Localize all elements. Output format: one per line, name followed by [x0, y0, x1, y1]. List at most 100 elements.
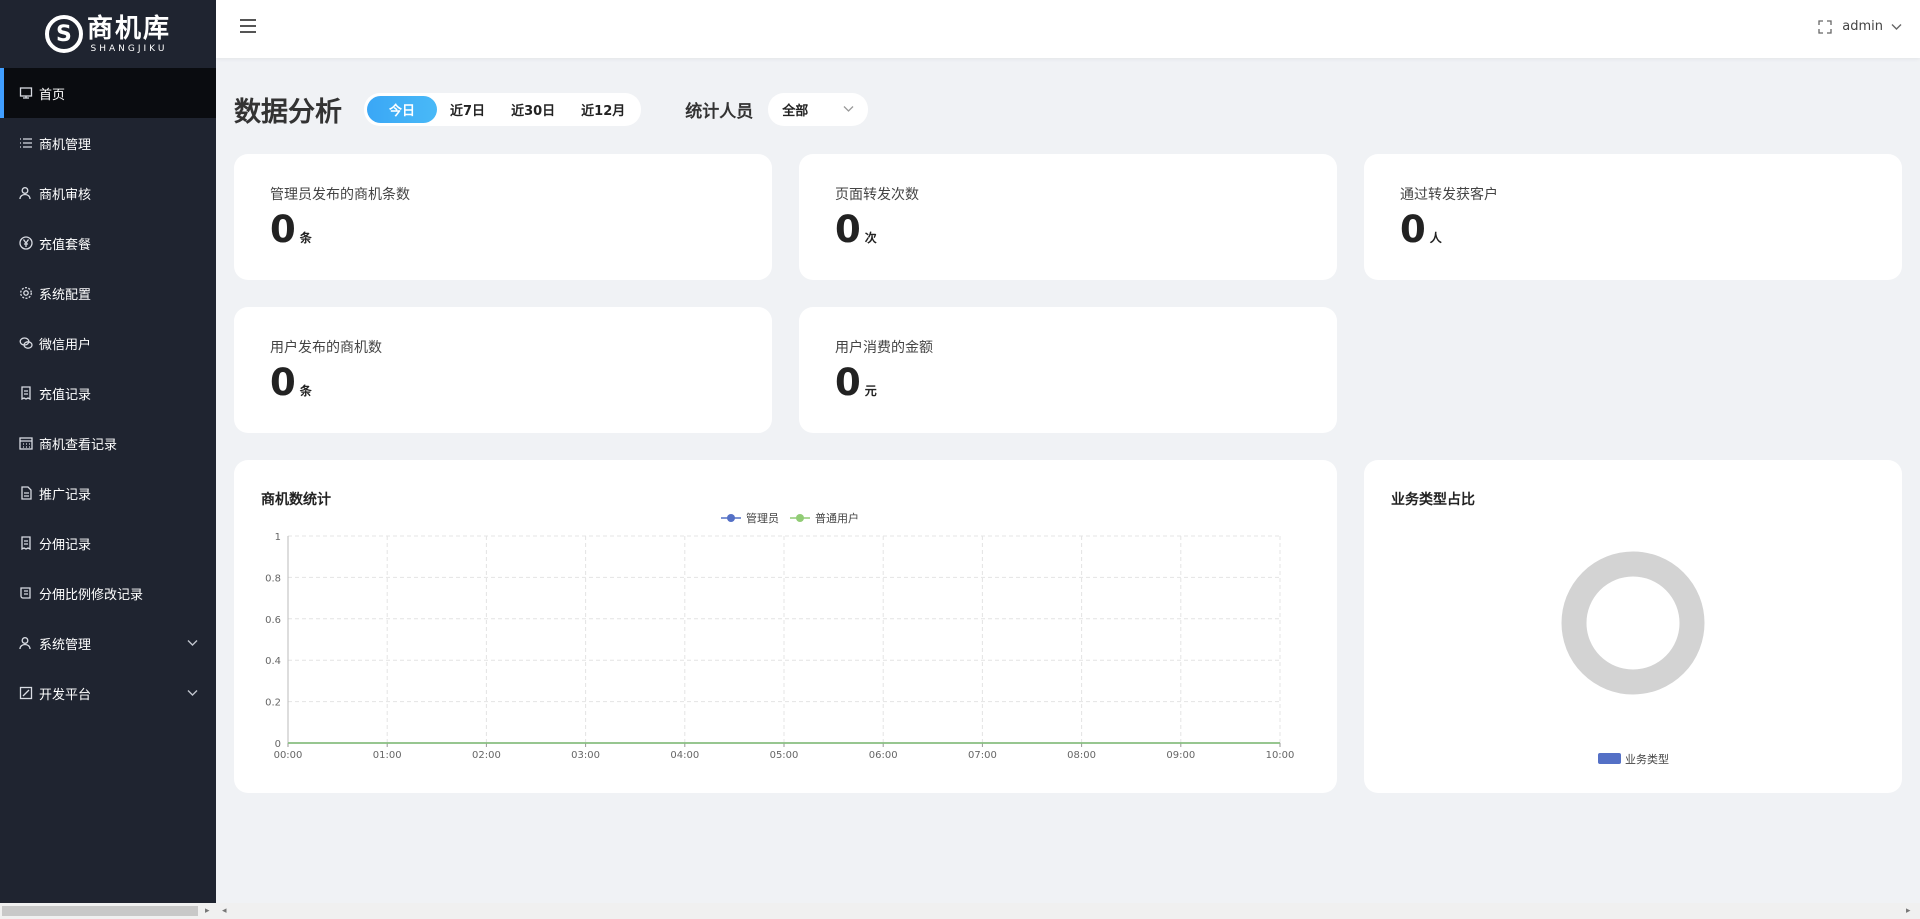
sidebar-menu: 首页商机管理商机审核充值套餐系统配置微信用户 充值记录商机查看记录 推广记录分佣记录…	[0, 68, 216, 718]
gear-icon	[18, 285, 34, 301]
sidebar-item-wechat-users[interactable]: 微信用户	[0, 318, 216, 368]
sidebar-item-system-management[interactable]: 系统管理	[0, 618, 216, 668]
sidebar-item-promotion-records[interactable]: 推广记录	[0, 468, 216, 518]
main-content: 数据分析 今日 近7日 近30日 近12月 统计人员 全部 管理员发布的商机条数…	[216, 58, 1920, 903]
wechat-icon	[18, 335, 34, 351]
line-chart: 0 0.2 0.4 0.6 0.8 1 00:00 01:00 02:00 03:00 04:00 0…	[265, 511, 1295, 761]
sidebar-item-recharge-records[interactable]: 充值记录	[0, 368, 216, 418]
date-range-tabs: 今日 近7日 近30日 近12月	[364, 93, 642, 126]
tab-12-months[interactable]: 近12月	[568, 96, 638, 123]
sidebar-item-label: 商机审核	[39, 187, 92, 203]
y-tick-label: 0.6	[265, 615, 281, 626]
stat-value: 0	[1400, 208, 1426, 251]
legend-marker	[796, 514, 804, 522]
y-tick-label: 0.8	[265, 573, 281, 584]
x-tick-label: 02:00	[472, 750, 501, 761]
sidebar-item-label: 充值套餐	[39, 237, 92, 253]
fullscreen-icon[interactable]	[1818, 19, 1832, 34]
stat-card-page-shares: 页面转发次数 0次	[799, 154, 1337, 280]
logo-subtitle: SHANGJIKU	[90, 43, 168, 54]
sidebar-item-label: 商机管理	[39, 137, 92, 153]
x-tick-label: 10:00	[1266, 750, 1295, 761]
user-check-icon	[18, 185, 34, 201]
scroll-left-icon[interactable]: ◂	[222, 906, 227, 916]
tab-today[interactable]: 今日	[367, 96, 438, 123]
scrollbar-thumb[interactable]	[2, 906, 198, 916]
staff-filter-select[interactable]: 全部	[768, 93, 869, 126]
staff-filter-label: 统计人员	[685, 102, 754, 122]
stat-unit: 元	[864, 384, 877, 398]
receipt-icon	[18, 535, 34, 551]
stat-card-user-spending: 用户消费的金额 0元	[799, 307, 1337, 433]
sidebar-item-recharge-packages[interactable]: 充值套餐	[0, 218, 216, 268]
logo-name: 商机库	[86, 13, 171, 44]
document-icon	[18, 485, 34, 501]
legend-label: 业务类型	[1625, 752, 1669, 766]
page-title: 数据分析	[234, 97, 342, 128]
chevron-down-icon[interactable]	[1891, 21, 1902, 32]
sidebar-scrollbar[interactable]: ▸	[0, 903, 216, 919]
staff-filter-value: 全部	[782, 104, 809, 119]
sidebar-item-label: 开发平台	[39, 687, 92, 703]
stat-label: 管理员发布的商机条数	[270, 187, 410, 203]
sidebar-item-label: 分佣比例修改记录	[39, 587, 144, 603]
sidebar-item-commission-rate-changes[interactable]: 分佣比例修改记录	[0, 568, 216, 618]
stat-card-user-posts: 用户发布的商机数 0条	[234, 307, 772, 433]
y-tick-label: 0	[275, 739, 281, 750]
sidebar-item-opportunity-review[interactable]: 商机审核	[0, 168, 216, 218]
stat-label: 用户发布的商机数	[270, 340, 382, 356]
x-tick-label: 07:00	[968, 750, 997, 761]
sidebar-item-view-records[interactable]: 商机查看记录	[0, 418, 216, 468]
y-tick-label: 1	[275, 532, 281, 543]
x-tick-label: 09:00	[1166, 750, 1195, 761]
dashboard-icon	[18, 85, 34, 101]
user-menu[interactable]: admin	[1842, 19, 1883, 34]
sidebar-item-developer-platform[interactable]: 开发平台	[0, 668, 216, 718]
scroll-right-icon[interactable]: ▸	[205, 906, 210, 916]
list-icon	[18, 135, 34, 151]
x-tick-label: 08:00	[1067, 750, 1096, 761]
x-tick-label: 04:00	[670, 750, 699, 761]
legend-marker	[727, 514, 735, 522]
scroll-right-icon[interactable]: ▸	[1906, 906, 1911, 916]
chevron-down-icon	[187, 687, 198, 702]
menu-toggle-icon[interactable]	[240, 19, 256, 33]
stat-value: 0	[270, 361, 296, 404]
x-tick-label: 05:00	[770, 750, 799, 761]
stat-card-admin-posts: 管理员发布的商机条数 0条	[234, 154, 772, 280]
main-scrollbar[interactable]: ◂ ▸	[216, 903, 1920, 919]
sidebar-item-label: 系统配置	[39, 287, 92, 303]
sidebar-item-label: 系统管理	[39, 637, 92, 653]
stat-unit: 条	[299, 384, 312, 398]
x-tick-label: 06:00	[869, 750, 898, 761]
stat-label: 通过转发获客户	[1400, 187, 1498, 203]
receipt-icon	[18, 385, 34, 401]
pie-empty-ring	[1561, 551, 1705, 695]
user-icon	[18, 635, 34, 651]
sidebar: S 商机库 SHANGJIKU 首页商机管理商机审核充值套餐系统配置微信用户 充值…	[0, 0, 216, 903]
calendar-icon	[18, 435, 34, 451]
stat-value: 0	[835, 361, 861, 404]
y-tick-label: 0.4	[265, 656, 281, 667]
sidebar-item-commission-records[interactable]: 分佣记录	[0, 518, 216, 568]
scroll-icon	[18, 585, 34, 601]
x-tick-label: 01:00	[373, 750, 402, 761]
tab-7-days[interactable]: 近7日	[437, 96, 498, 123]
tab-30-days[interactable]: 近30日	[498, 96, 568, 123]
yen-icon	[18, 235, 34, 251]
stat-value: 0	[835, 208, 861, 251]
sidebar-item-label: 推广记录	[39, 487, 92, 503]
legend-label: 普通用户	[815, 511, 859, 525]
sidebar-item-label: 商机查看记录	[39, 437, 118, 453]
x-tick-label: 03:00	[571, 750, 600, 761]
stat-card-share-customers: 通过转发获客户 0人	[1364, 154, 1902, 280]
stat-unit: 次	[864, 231, 877, 245]
legend-label: 管理员	[746, 511, 779, 525]
logo: S 商机库 SHANGJIKU	[0, 0, 216, 68]
sidebar-item-system-config[interactable]: 系统配置	[0, 268, 216, 318]
stat-value: 0	[270, 208, 296, 251]
legend-marker	[1598, 753, 1621, 764]
sidebar-item-business-opportunities[interactable]: 商机管理	[0, 118, 216, 168]
chevron-down-icon	[843, 103, 854, 118]
sidebar-item-home[interactable]: 首页	[0, 68, 216, 118]
